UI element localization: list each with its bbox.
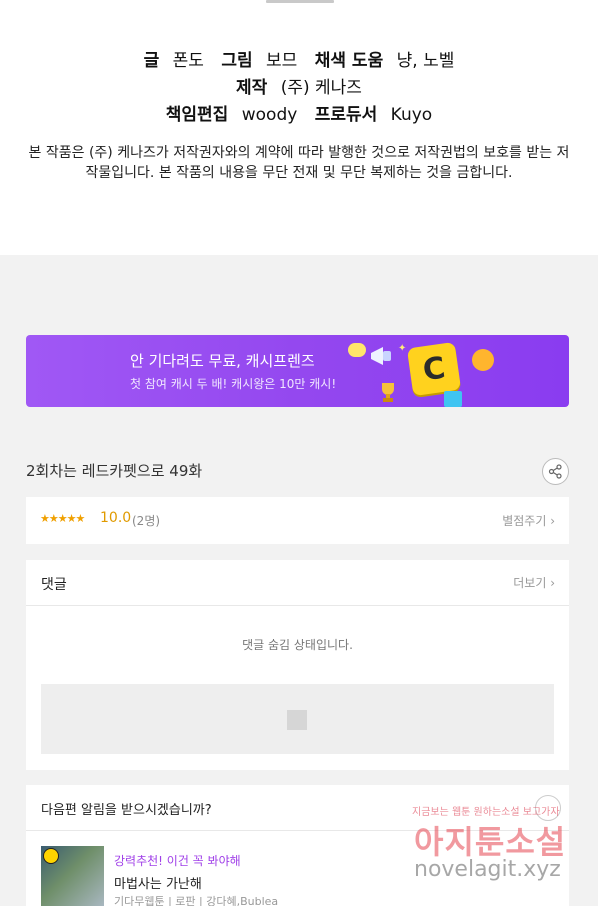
watermark-line-1: 지금보는 웹툰 원하는소설 보고가자 bbox=[412, 807, 560, 818]
editor-name: woody bbox=[241, 105, 298, 125]
producer-label: 프로듀서 bbox=[314, 105, 378, 125]
credits-section: 글 폰도 그림 보므 채색 도움 냥, 노벨 제작 (주) 케나즈 책임편집 w… bbox=[0, 0, 598, 255]
image-placeholder-icon bbox=[287, 710, 307, 730]
rate-button[interactable]: 별점주기 › bbox=[502, 512, 555, 529]
writer-name: 폰도 bbox=[172, 51, 204, 71]
divider bbox=[26, 605, 569, 606]
trophy-icon bbox=[382, 383, 394, 402]
comments-card: 댓글 더보기 › 댓글 숨김 상태입니다. bbox=[26, 560, 569, 770]
cash-friends-banner[interactable]: 안 기다려도 무료, 캐시프렌즈 첫 참여 캐시 두 배! 캐시왕은 10만 캐… bbox=[26, 335, 569, 407]
watermark-line-3: novelagit.xyz bbox=[414, 857, 561, 882]
publisher-logo bbox=[266, 0, 334, 3]
credit-line-2: 제작 (주) 케나즈 bbox=[0, 73, 598, 98]
copyright-notice: 본 작품은 (주) 케나즈가 저작권자와의 계약에 따라 발행한 것으로 저작권… bbox=[28, 145, 570, 181]
recommend-label: 강력추천! 이건 꼭 봐야해 bbox=[114, 854, 241, 868]
credit-line-1: 글 폰도 그림 보므 채색 도움 냥, 노벨 bbox=[0, 46, 598, 71]
share-icon bbox=[548, 464, 562, 479]
rating-card: ★★★★★ 10.0 (2명) 별점주기 › bbox=[26, 497, 569, 544]
recommended-work-meta: 기다무웹툰 | 로판 | 강다혜,Bublea bbox=[114, 895, 279, 906]
banner-subline: 첫 참여 캐시 두 배! 캐시왕은 10만 캐시! bbox=[130, 377, 337, 391]
recommended-work-title[interactable]: 마법사는 가난해 bbox=[114, 873, 202, 892]
gift-box-icon bbox=[444, 391, 462, 407]
clock-icon bbox=[43, 848, 59, 864]
ad-placeholder[interactable] bbox=[41, 684, 554, 754]
series-info: 2회차는 레드카펫으로 49화 bbox=[26, 462, 203, 480]
color-label: 채색 도움 bbox=[314, 51, 384, 71]
next-alert-question: 다음편 알림을 받으시겠습니까? bbox=[41, 803, 212, 818]
rating-score: 10.0 bbox=[100, 510, 132, 526]
color-name: 냥, 노벨 bbox=[396, 51, 455, 71]
sparkle-icon: ✦ bbox=[398, 343, 407, 354]
comments-title: 댓글 bbox=[41, 577, 67, 593]
rating-count: (2명) bbox=[132, 514, 161, 528]
comments-more-button[interactable]: 더보기 › bbox=[513, 574, 555, 591]
recommended-work-thumbnail[interactable] bbox=[41, 846, 104, 906]
speech-bubble-icon bbox=[348, 343, 366, 357]
comments-hidden-message: 댓글 숨김 상태입니다. bbox=[242, 638, 353, 652]
art-name: 보므 bbox=[266, 51, 298, 71]
writer-label: 글 bbox=[143, 51, 160, 71]
editor-label: 책임편집 bbox=[165, 105, 229, 125]
credit-line-3: 책임편집 woody 프로듀서 Kuyo bbox=[0, 100, 598, 125]
megaphone-icon bbox=[371, 347, 391, 365]
producer-name: Kuyo bbox=[390, 105, 433, 125]
emoji-face-icon bbox=[472, 349, 494, 371]
cash-coin-icon: C bbox=[406, 341, 462, 397]
banner-headline: 안 기다려도 무료, 캐시프렌즈 bbox=[130, 352, 315, 370]
art-label: 그림 bbox=[221, 51, 253, 71]
production-label: 제작 bbox=[236, 78, 268, 98]
share-button[interactable] bbox=[542, 458, 569, 485]
rating-stars: ★★★★★ bbox=[40, 512, 85, 525]
production-name: (주) 케나즈 bbox=[280, 78, 362, 98]
